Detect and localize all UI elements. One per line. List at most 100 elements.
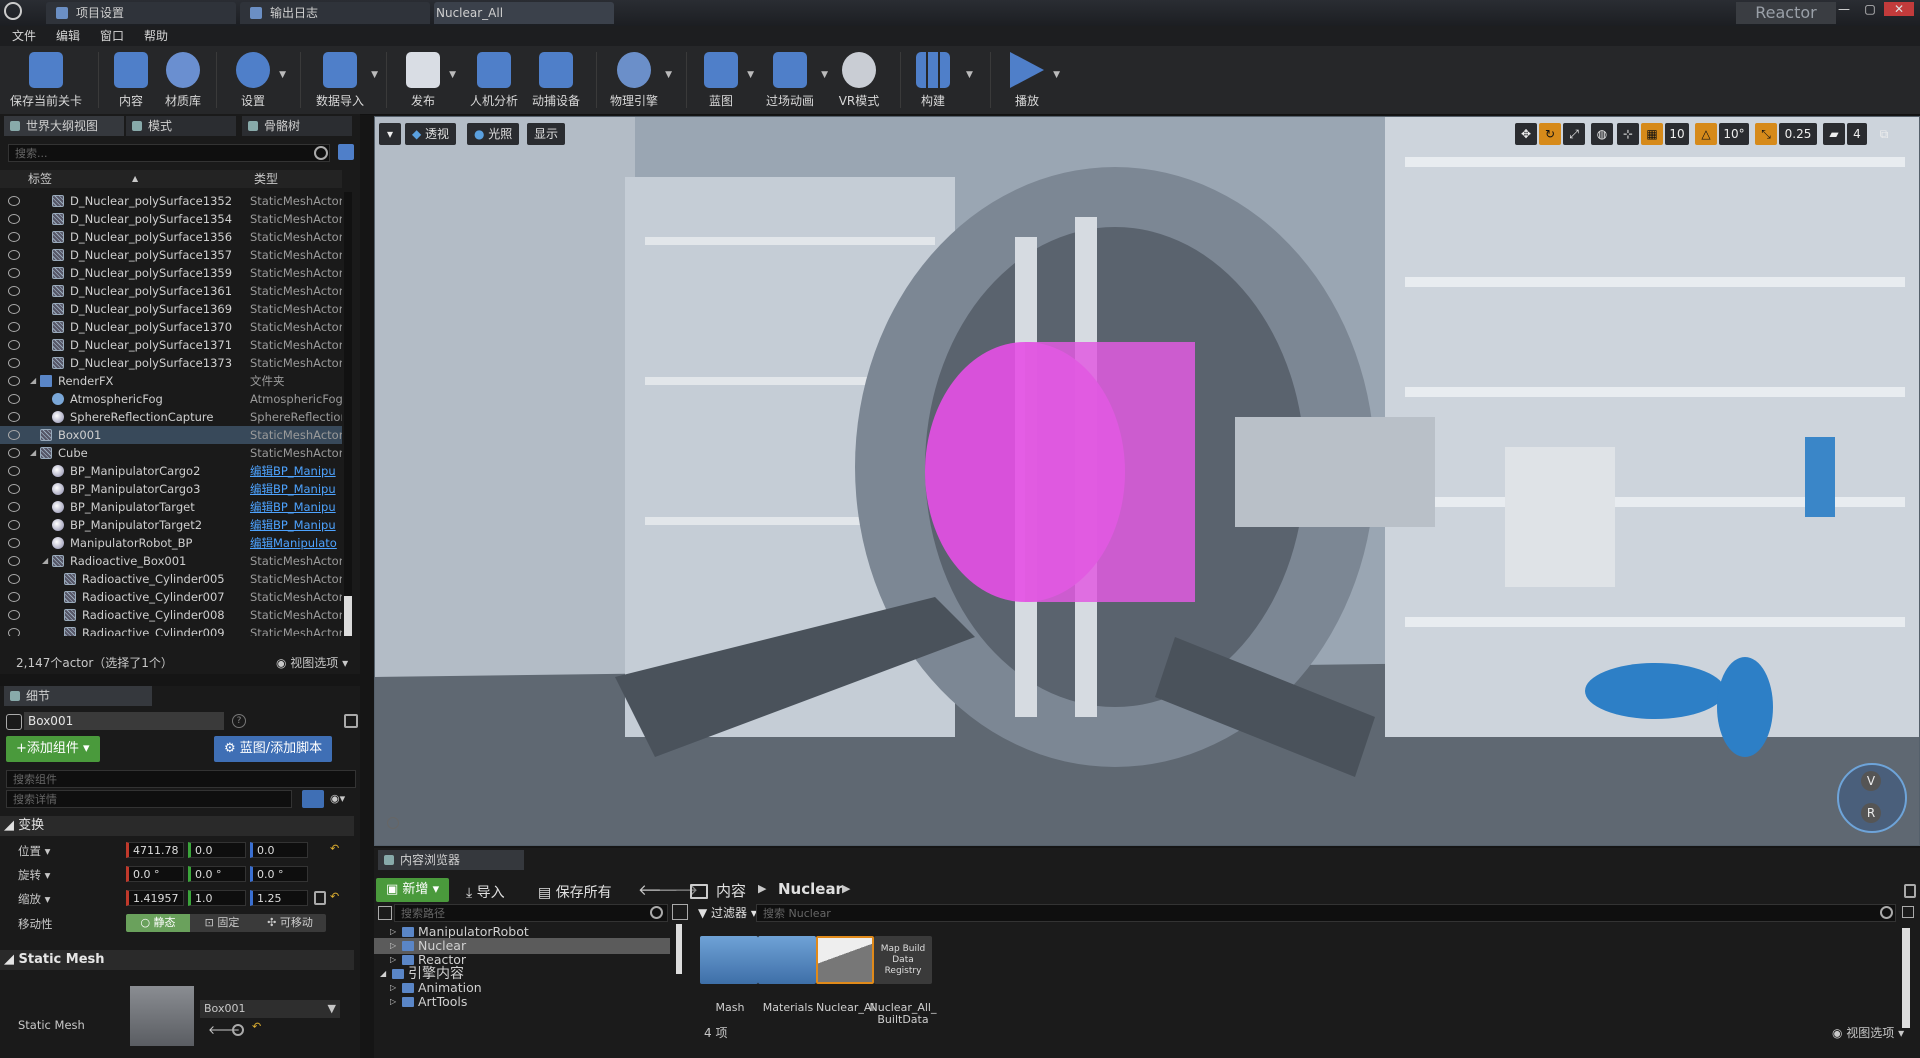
visibility-eye-icon[interactable] <box>8 196 20 206</box>
tree-scrollbar[interactable] <box>676 924 682 974</box>
outliner-row[interactable]: BP_ManipulatorCargo3 编辑BP_Manipu <box>0 480 342 498</box>
outliner-row[interactable]: D_Nuclear_polySurface1370 StaticMeshActor <box>0 318 342 336</box>
outliner-row[interactable]: D_Nuclear_polySurface1357 StaticMeshActor <box>0 246 342 264</box>
transform-section-header[interactable]: ◢ 变换 <box>0 816 354 836</box>
outliner-row[interactable]: D_Nuclear_polySurface1373 StaticMeshActor <box>0 354 342 372</box>
mobility-movable-option[interactable]: ✣ 可移动 <box>254 914 326 932</box>
grid-snap-value[interactable]: 10 <box>1665 123 1689 145</box>
scale-tool-icon[interactable]: ⤢ <box>1563 123 1585 145</box>
translate-tool-icon[interactable]: ✥ <box>1515 123 1537 145</box>
scale-label[interactable]: 缩放 ▾ <box>18 891 50 907</box>
visibility-eye-icon[interactable] <box>8 484 20 494</box>
tab-modes[interactable]: 模式 <box>126 116 236 136</box>
visibility-eye-icon[interactable] <box>8 214 20 224</box>
visibility-eye-icon[interactable] <box>8 538 20 548</box>
publish-button[interactable]: 发布 ▼ <box>400 50 456 110</box>
visibility-eye-icon[interactable] <box>8 250 20 260</box>
tab-project-settings[interactable]: 项目设置 <box>46 2 236 24</box>
perspective-button[interactable]: ◆ 透视 <box>405 123 457 145</box>
panel-lock-icon[interactable] <box>1904 884 1916 898</box>
static-mesh-thumbnail[interactable] <box>130 986 194 1046</box>
asset-folder-mash[interactable]: Mash <box>700 936 760 1014</box>
visibility-eye-icon[interactable] <box>8 412 20 422</box>
visibility-eye-icon[interactable] <box>8 304 20 314</box>
expand-arrow-icon[interactable]: ◢ <box>30 372 36 390</box>
tab-content-browser[interactable]: 内容浏览器 <box>378 850 524 870</box>
scrollbar-thumb[interactable] <box>344 596 352 636</box>
outliner-row[interactable]: ◢ RenderFX 文件夹 <box>0 372 342 390</box>
outliner-row[interactable]: ◢ Cube StaticMeshActor <box>0 444 342 462</box>
asset-level-nuclear-all[interactable]: Nuclear_All <box>816 936 877 1014</box>
save-search-icon[interactable] <box>1902 906 1914 918</box>
breadcrumb-content[interactable]: 内容 <box>716 880 746 901</box>
menu-file[interactable]: 文件 <box>2 26 46 46</box>
visibility-eye-icon[interactable] <box>8 628 20 636</box>
data-import-button[interactable]: 数据导入 ▼ <box>312 50 378 110</box>
reset-to-default-icon[interactable]: ↶ <box>330 890 339 903</box>
lit-mode-button[interactable]: ● 光照 <box>467 123 520 145</box>
visibility-eye-icon[interactable] <box>8 610 20 620</box>
visibility-eye-icon[interactable] <box>8 574 20 584</box>
visibility-eye-icon[interactable] <box>8 358 20 368</box>
expand-arrow-icon[interactable]: ◢ <box>30 444 36 462</box>
outliner-row[interactable]: D_Nuclear_polySurface1354 StaticMeshActor <box>0 210 342 228</box>
camera-speed-value[interactable]: 4 <box>1847 123 1867 145</box>
material-library-button[interactable]: 材质库 <box>160 50 206 110</box>
dropdown-arrow-icon[interactable]: ▼ <box>747 70 754 80</box>
search-paths-input[interactable]: 搜索路径 <box>394 904 668 922</box>
search-assets-input[interactable]: 搜索 Nuclear <box>756 904 1896 922</box>
static-mesh-section-header[interactable]: ◢ Static Mesh <box>0 950 354 970</box>
dropdown-arrow-icon[interactable]: ▼ <box>821 70 828 80</box>
maximize-icon[interactable]: ▢ <box>1858 2 1882 16</box>
reset-to-default-icon[interactable]: ↶ <box>330 842 339 855</box>
search-components-input[interactable]: 搜索组件 <box>6 770 356 788</box>
outliner-row[interactable]: D_Nuclear_polySurface1361 StaticMeshActor <box>0 282 342 300</box>
close-icon[interactable]: ✕ <box>1884 2 1914 16</box>
settings-button[interactable]: 设置 ▼ <box>230 50 286 110</box>
outliner-row[interactable]: Box001 StaticMeshActor <box>0 426 342 444</box>
edit-blueprint-link[interactable]: 编辑BP_Manipu <box>250 480 336 498</box>
visibility-eye-icon[interactable] <box>8 376 20 386</box>
world-space-icon[interactable]: ◍ <box>1591 123 1613 145</box>
filters-button[interactable]: ▼ 过滤器 ▾ <box>698 904 757 921</box>
visibility-eye-icon[interactable] <box>8 556 20 566</box>
search-details-input[interactable]: 搜索详情 <box>6 790 292 808</box>
edit-blueprint-link[interactable]: 编辑Manipulato <box>250 534 337 552</box>
outliner-row[interactable]: Radioactive_Cylinder009 StaticMeshActor <box>0 624 342 636</box>
outliner-row[interactable]: D_Nuclear_polySurface1369 StaticMeshActor <box>0 300 342 318</box>
visibility-eye-icon[interactable] <box>8 520 20 530</box>
blueprint-add-script-button[interactable]: ⚙ 蓝图/添加脚本 <box>214 736 333 762</box>
add-filter-icon[interactable] <box>338 144 354 160</box>
level-viewport[interactable]: ▾ ◆ 透视 ● 光照 显示 ✥ ↻ ⤢ ◍ ⊹ ▦ 10 △ 10° ⤡ 0.… <box>374 116 1920 846</box>
add-component-button[interactable]: +添加组件 ▾ <box>6 736 100 762</box>
reset-to-default-icon[interactable]: ↶ <box>252 1020 261 1033</box>
outliner-row[interactable]: ◢ Radioactive_Box001 StaticMeshActor <box>0 552 342 570</box>
outliner-row[interactable]: D_Nuclear_polySurface1359 StaticMeshActor <box>0 264 342 282</box>
play-button[interactable]: 播放 ▼ <box>1004 50 1060 110</box>
static-mesh-picker[interactable]: Box001 ▼ <box>200 1000 340 1018</box>
visibility-eye-icon[interactable] <box>8 394 20 404</box>
edit-blueprint-link[interactable]: 编辑BP_Manipu <box>250 516 336 534</box>
build-button[interactable]: 构建 <box>910 50 956 110</box>
outliner-row[interactable]: ManipulatorRobot_BP 编辑Manipulato <box>0 534 342 552</box>
outliner-row[interactable]: AtmosphericFog AtmosphericFog <box>0 390 342 408</box>
grid-snap-icon[interactable]: ▦ <box>1641 123 1663 145</box>
outliner-row[interactable]: Radioactive_Cylinder007 StaticMeshActor <box>0 588 342 606</box>
rotation-label[interactable]: 旋转 ▾ <box>18 867 50 883</box>
viewport-options-dropdown[interactable]: ▾ <box>379 123 401 145</box>
scale-x-field[interactable]: 1.41957 <box>126 890 184 906</box>
visibility-eye-icon[interactable] <box>8 232 20 242</box>
dropdown-arrow-icon[interactable]: ▼ <box>371 70 378 80</box>
realtime-toggle-icon[interactable] <box>387 817 399 829</box>
ergonomics-analysis-button[interactable]: 人机分析 <box>466 50 522 110</box>
rotation-snap-value[interactable]: 10° <box>1719 123 1749 145</box>
outliner-scrollbar[interactable] <box>344 192 352 636</box>
dropdown-arrow-icon[interactable]: ▼ <box>1053 70 1060 80</box>
asset-folder-materials[interactable]: Materials <box>758 936 818 1014</box>
gizmo-r-label[interactable]: R <box>1861 803 1881 823</box>
sources-toggle-icon[interactable] <box>378 906 392 920</box>
outliner-row[interactable]: D_Nuclear_polySurface1356 StaticMeshActor <box>0 228 342 246</box>
dropdown-arrow-icon[interactable]: ▼ <box>966 70 1920 80</box>
path-view-options-icon[interactable] <box>672 904 688 920</box>
expand-arrow-icon[interactable]: ◢ <box>42 552 48 570</box>
